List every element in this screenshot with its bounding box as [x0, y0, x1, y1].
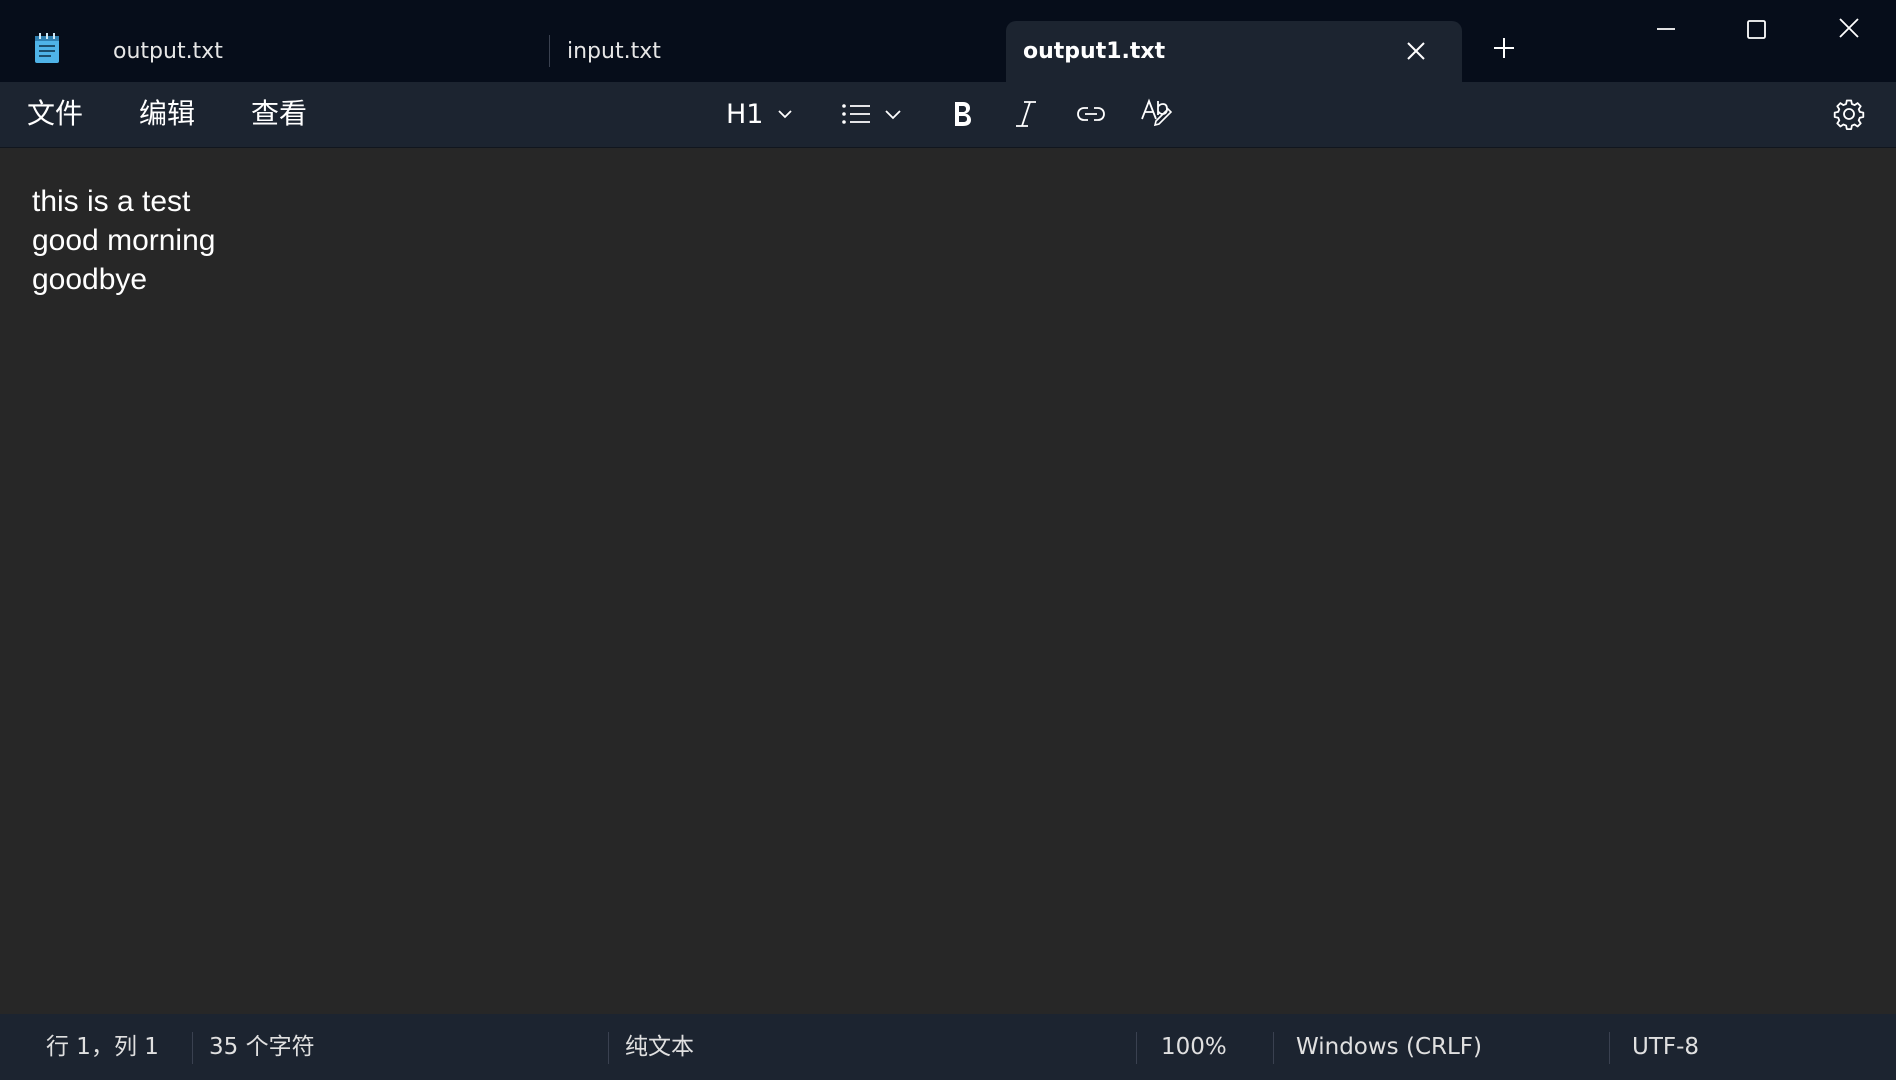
character-count: 35 个字符	[209, 1034, 315, 1060]
encoding[interactable]: UTF-8	[1632, 1014, 1699, 1080]
title-bar: output.txt input.txt output1.txt	[0, 0, 1896, 82]
gear-icon	[1833, 99, 1865, 130]
settings-button[interactable]	[1832, 94, 1866, 134]
text-editor[interactable]: this is a test good morning goodbye	[0, 148, 1896, 1014]
notepad-window: output.txt input.txt output1.txt 文件 编辑 查…	[0, 0, 1896, 1080]
menu-toolbar: 文件 编辑 查看 H1	[0, 82, 1896, 148]
chevron-down-icon	[885, 110, 901, 120]
editor-line: this is a test	[32, 185, 191, 218]
spellcheck-button[interactable]	[1140, 94, 1174, 134]
notepad-app-icon	[35, 33, 59, 63]
spellcheck-icon	[1141, 98, 1173, 127]
zoom-level[interactable]: 100%	[1161, 1014, 1227, 1080]
link-button[interactable]	[1075, 94, 1107, 134]
format-indicator[interactable]: 纯文本	[625, 1014, 694, 1080]
window-close-icon[interactable]	[1829, 10, 1869, 48]
tab-label: input.txt	[567, 39, 661, 64]
bold-icon	[955, 102, 971, 126]
tab-input-txt[interactable]: input.txt	[567, 21, 997, 82]
new-tab-plus-icon[interactable]	[1492, 36, 1516, 60]
link-icon	[1077, 107, 1105, 121]
status-divider	[1273, 1032, 1274, 1064]
menu-edit[interactable]: 编辑	[139, 94, 195, 134]
bold-button[interactable]	[948, 94, 976, 134]
italic-button[interactable]	[1012, 94, 1040, 134]
status-divider	[1136, 1032, 1137, 1064]
chevron-down-icon	[778, 110, 793, 119]
heading-value: H1	[726, 98, 764, 130]
tab-output-txt[interactable]: output.txt	[113, 21, 543, 82]
status-divider	[192, 1032, 193, 1064]
tab-label: output.txt	[113, 39, 223, 64]
tab-label: output1.txt	[1023, 39, 1166, 64]
italic-icon	[1016, 101, 1036, 127]
tab-output1-txt[interactable]: output1.txt	[1006, 21, 1462, 82]
cursor-position: 行 1，列 1	[46, 1034, 159, 1060]
close-tab-icon[interactable]	[1404, 39, 1428, 63]
menu-view[interactable]: 查看	[251, 94, 307, 134]
status-divider	[608, 1032, 609, 1064]
maximize-icon[interactable]	[1736, 10, 1776, 48]
list-icon	[842, 104, 870, 124]
minimize-icon[interactable]	[1646, 10, 1686, 48]
editor-line: good morning	[32, 224, 216, 257]
menu-file[interactable]: 文件	[27, 94, 83, 134]
editor-line: goodbye	[32, 263, 148, 296]
status-bar: 行 1，列 1 35 个字符 纯文本 100% Windows (CRLF) U…	[0, 1014, 1896, 1080]
heading-dropdown[interactable]: H1	[726, 94, 795, 134]
list-dropdown[interactable]	[840, 94, 904, 134]
line-ending[interactable]: Windows (CRLF)	[1296, 1014, 1482, 1080]
status-divider	[1609, 1032, 1610, 1064]
tab-divider	[549, 35, 550, 67]
